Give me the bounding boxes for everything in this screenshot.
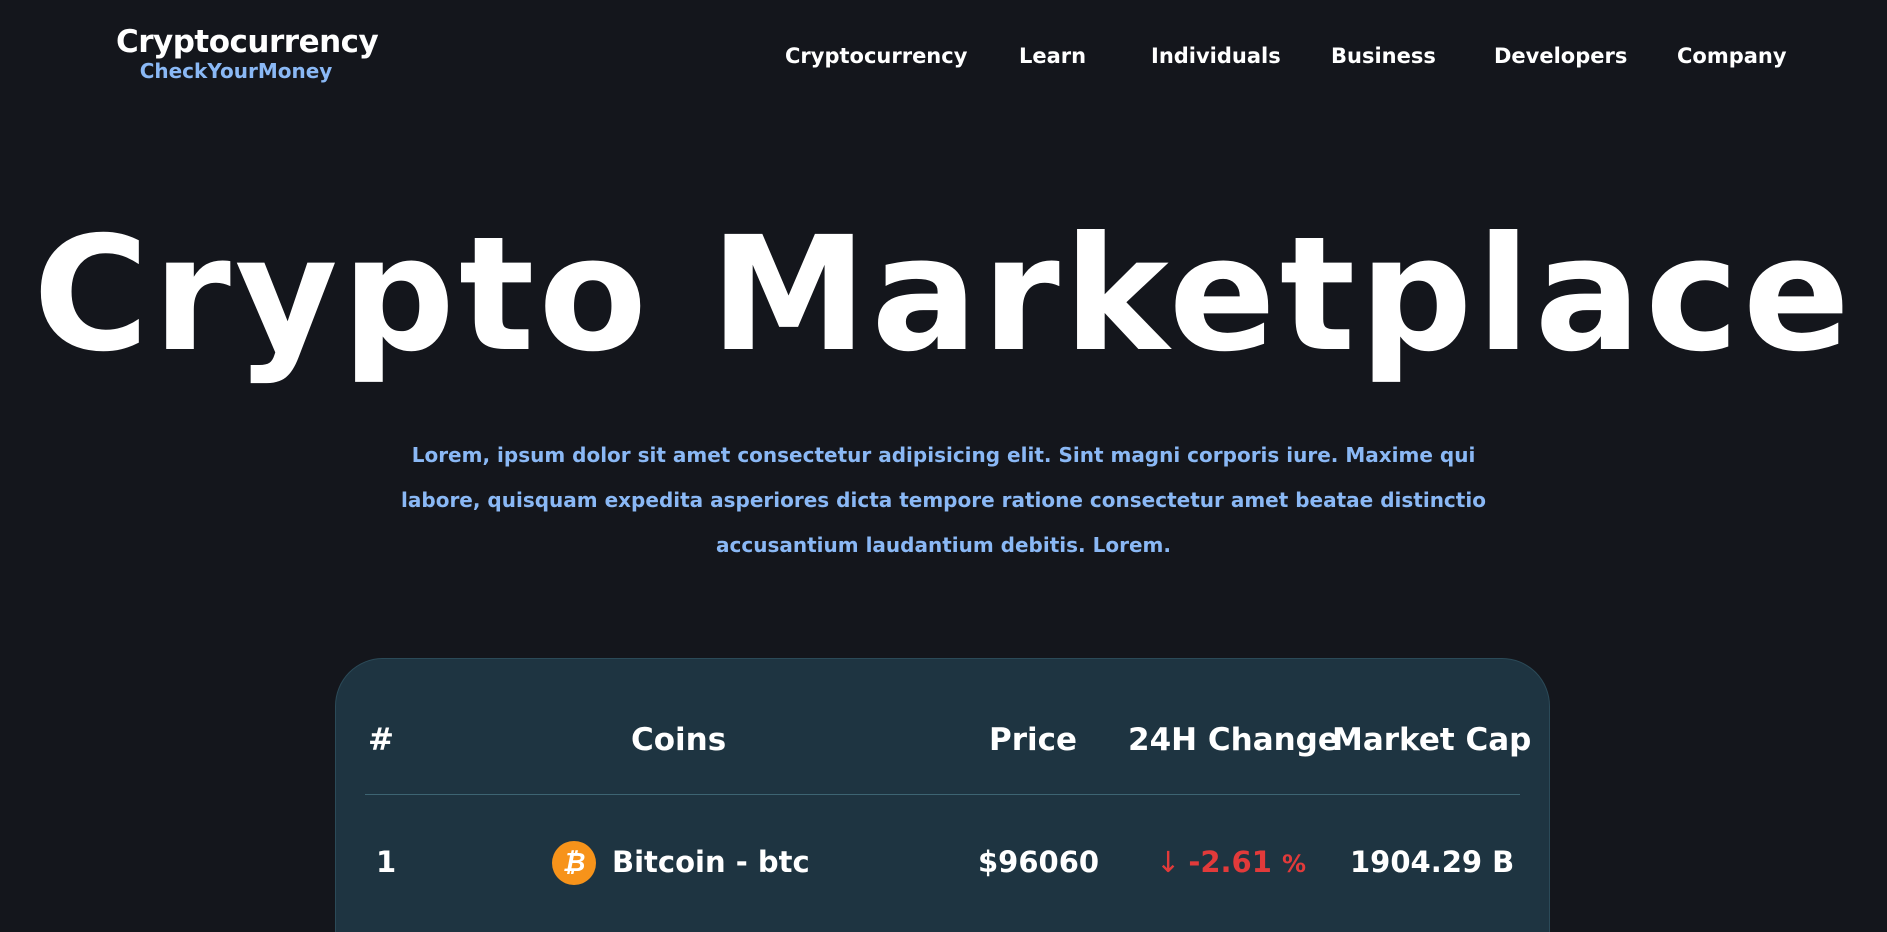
table-header-market-cap: Market Cap: [1332, 722, 1532, 758]
nav-item-developers[interactable]: Developers: [1494, 44, 1627, 68]
table-header-rank: #: [368, 722, 394, 758]
change-unit: %: [1282, 850, 1307, 878]
hero-title: Crypto Marketplace: [32, 203, 1855, 387]
bitcoin-icon: ₿: [552, 841, 596, 885]
nav-item-individuals[interactable]: Individuals: [1151, 44, 1281, 68]
row-24h-change: ↓ -2.61 %: [1156, 842, 1306, 884]
change-value: -2.61: [1188, 845, 1272, 879]
table-header-coins: Coins: [631, 722, 727, 758]
row-market-cap: 1904.29 B: [1350, 845, 1515, 879]
row-price: $96060: [978, 845, 1100, 879]
page: Cryptocurrency CheckYourMoney Cryptocurr…: [0, 0, 1887, 932]
row-coin-name: Bitcoin - btc: [612, 845, 810, 879]
coin-table-card: [335, 658, 1550, 932]
nav-item-company[interactable]: Company: [1677, 44, 1787, 68]
row-rank: 1: [376, 845, 397, 879]
table-header-24h-change: 24H Change: [1128, 722, 1339, 758]
main-nav: Cryptocurrency Learn Individuals Busines…: [0, 44, 1887, 78]
hero-description: Lorem, ipsum dolor sit amet consectetur …: [401, 443, 1486, 557]
nav-item-cryptocurrency[interactable]: Cryptocurrency: [785, 44, 967, 68]
table-divider: [365, 794, 1520, 795]
table-header-price: Price: [989, 722, 1078, 758]
nav-item-learn[interactable]: Learn: [1019, 44, 1086, 68]
nav-item-business[interactable]: Business: [1331, 44, 1436, 68]
down-arrow-icon: ↓: [1156, 845, 1181, 879]
